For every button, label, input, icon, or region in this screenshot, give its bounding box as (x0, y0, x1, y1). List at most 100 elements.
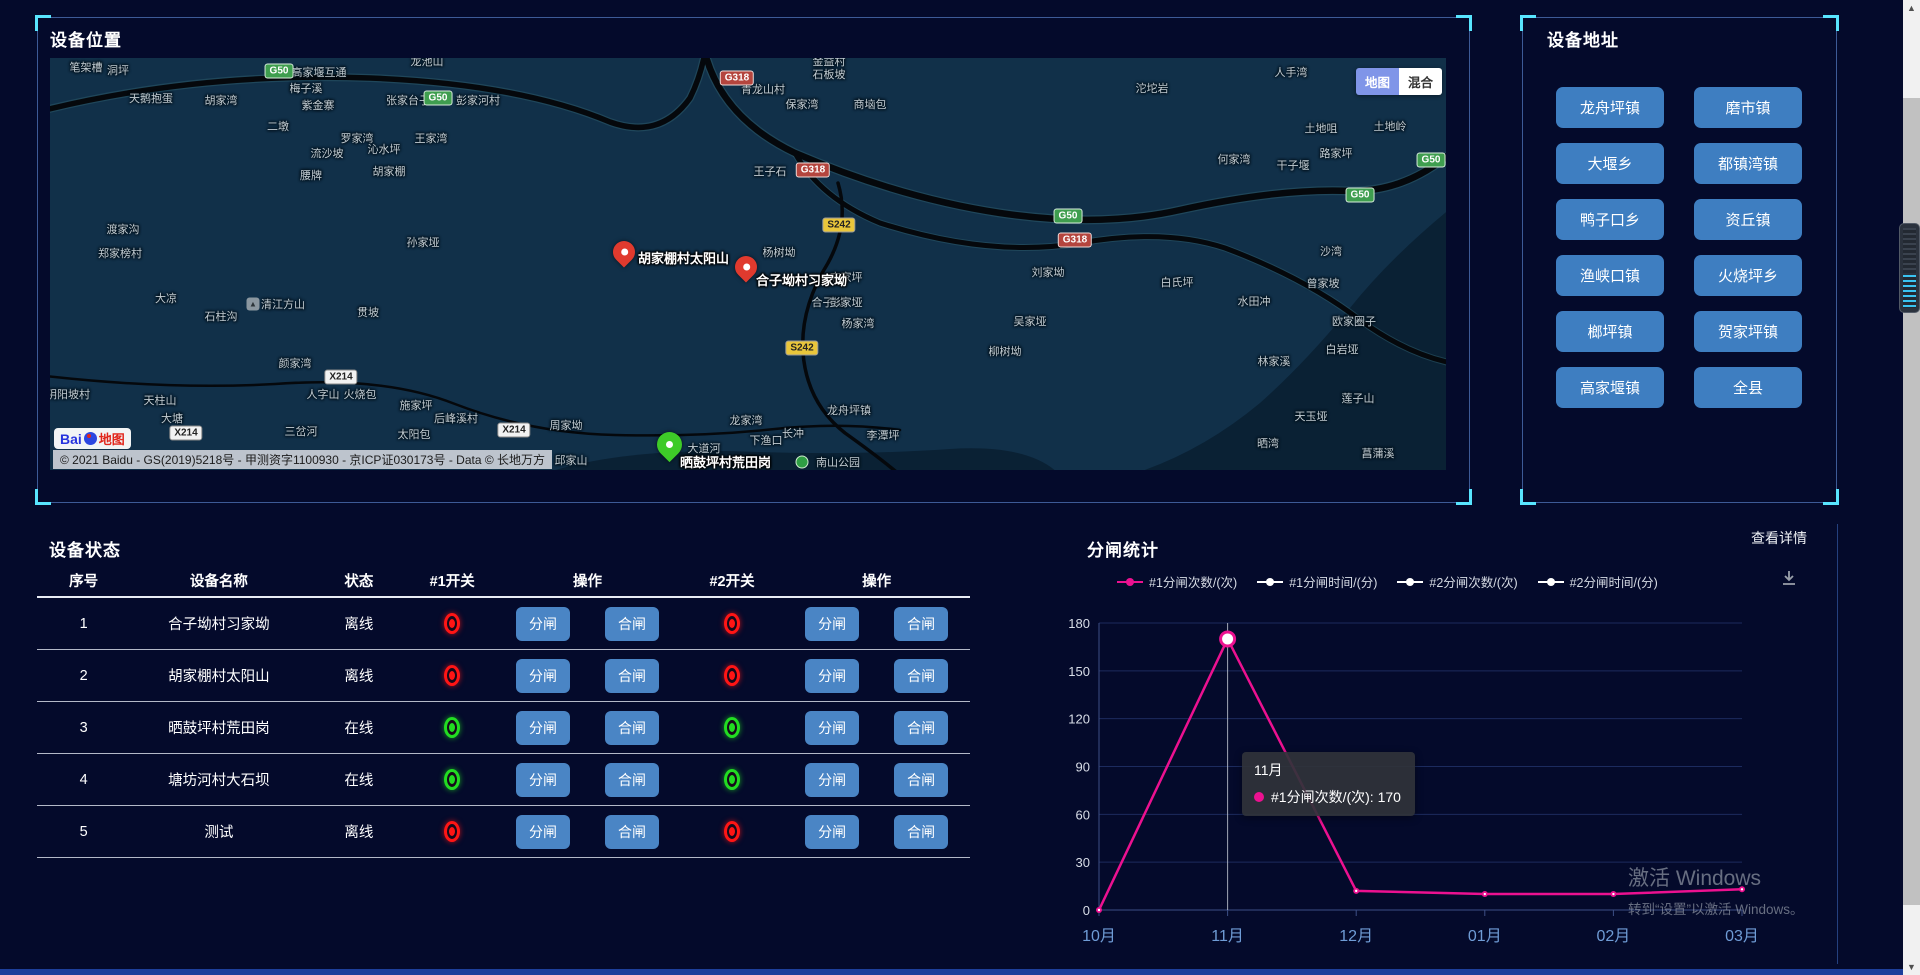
map-place-label: 天玉垭 (1295, 408, 1328, 424)
device-name: 胡家棚村太阳山 (130, 665, 307, 686)
data-point-center (1098, 909, 1100, 911)
map-place-label: 杨家湾 (842, 315, 875, 331)
road-badge-g50: G50 (265, 64, 294, 79)
open-switch-button[interactable]: 分闸 (516, 659, 570, 693)
view-details-link[interactable]: 查看详情 (1751, 528, 1807, 548)
open-switch-button[interactable]: 分闸 (805, 711, 859, 745)
road-badge-g50: G50 (1417, 153, 1446, 168)
close-switch-button[interactable]: 合闸 (894, 607, 948, 641)
open-switch-button[interactable]: 分闸 (516, 711, 570, 745)
close-switch-button[interactable]: 合闸 (605, 607, 659, 641)
close-switch-button[interactable]: 合闸 (605, 763, 659, 797)
status-header-cell: 操作 (494, 570, 681, 591)
open-switch-button[interactable]: 分闸 (516, 607, 570, 641)
open-switch-button[interactable]: 分闸 (805, 815, 859, 849)
page-scrollbar[interactable]: ▲ ▼ (1903, 0, 1920, 975)
map-place-label: 天柱山 (144, 392, 177, 408)
address-button-4[interactable]: 都镇湾镇 (1694, 143, 1802, 184)
open-switch-button[interactable]: 分闸 (805, 763, 859, 797)
device-address-panel: 设备地址 龙舟坪镇磨市镇大堰乡都镇湾镇鸭子口乡资丘镇渔峡口镇火烧坪乡榔坪镇贺家坪… (1522, 17, 1837, 503)
switch1-indicator-cell (410, 613, 494, 634)
legend-marker (1397, 581, 1423, 583)
status-header-cell: 操作 (783, 570, 970, 591)
open-switch-button[interactable]: 分闸 (805, 659, 859, 693)
map-place-label: 沱坨岩 (1136, 80, 1169, 96)
legend-marker (1538, 581, 1564, 583)
device-status: 离线 (308, 613, 411, 634)
close-switch-button[interactable]: 合闸 (605, 815, 659, 849)
map-type-hybrid-button[interactable]: 混合 (1399, 68, 1442, 95)
switch2-operations: 分闸 合闸 (783, 711, 970, 745)
legend-marker (1117, 581, 1143, 583)
y-axis-tick-label: 150 (1068, 664, 1090, 679)
map-place-label: 曾家坡 (1307, 275, 1340, 291)
table-row: 4塘坊河村大石坝在线分闸合闸分闸合闸 (37, 754, 970, 806)
map-place-label: 火烧包 (344, 386, 377, 402)
data-point-center (1612, 893, 1614, 895)
close-switch-button[interactable]: 合闸 (605, 711, 659, 745)
map-place-label: 石柱沟 (205, 308, 238, 324)
chart-tooltip: 11月 #1分闸次数/(次): 170 (1242, 752, 1415, 816)
address-button-7[interactable]: 渔峡口镇 (1556, 255, 1664, 296)
map-attribution: © 2021 Baidu - GS(2019)5218号 - 甲测资字11009… (53, 450, 552, 469)
baidu-map[interactable]: 地图 混合 Bai 地图 © 2021 Baidu - GS(2019)5218… (50, 58, 1446, 470)
x-axis-tick-label: 10月 (1082, 928, 1116, 945)
status-header-cell: 状态 (308, 570, 411, 591)
switch1-operations: 分闸 合闸 (494, 607, 681, 641)
address-button-2[interactable]: 磨市镇 (1694, 87, 1802, 128)
switch-indicator-green (724, 769, 740, 790)
map-marker-label: 晒鼓坪村荒田岗 (680, 452, 771, 470)
map-place-label: 吴家垭 (1014, 313, 1047, 329)
map-place-label: 林家溪 (1258, 353, 1291, 369)
status-header-cell: 序号 (37, 570, 130, 591)
switch1-operations: 分闸 合闸 (494, 711, 681, 745)
close-switch-button[interactable]: 合闸 (894, 763, 948, 797)
map-place-label: 欧家圈子 (1332, 313, 1376, 329)
road-badge-x214: X214 (497, 423, 530, 438)
map-place-label: 菖蒲溪 (1362, 445, 1395, 461)
switch1-indicator-cell (410, 821, 494, 842)
corner-decoration (1520, 489, 1536, 505)
open-switch-button[interactable]: 分闸 (516, 815, 570, 849)
device-status: 离线 (308, 665, 411, 686)
x-axis-tick-label: 01月 (1468, 928, 1502, 945)
address-button-8[interactable]: 火烧坪乡 (1694, 255, 1802, 296)
device-status: 离线 (308, 821, 411, 842)
map-place-label: 石板坡 (813, 66, 846, 82)
address-button-6[interactable]: 资丘镇 (1694, 199, 1802, 240)
switch2-indicator-cell (681, 665, 784, 686)
map-place-label: 渡家沟 (107, 221, 140, 237)
address-button-12[interactable]: 全县 (1694, 367, 1802, 408)
map-type-control: 地图 混合 (1356, 68, 1442, 95)
map-place-label: 柳树坳 (989, 343, 1022, 359)
map-place-label: 下渔口 (750, 432, 783, 448)
close-switch-button[interactable]: 合闸 (894, 659, 948, 693)
map-place-label: 人手湾 (1275, 64, 1308, 80)
close-switch-button[interactable]: 合闸 (894, 815, 948, 849)
address-button-3[interactable]: 大堰乡 (1556, 143, 1664, 184)
address-button-10[interactable]: 贺家坪镇 (1694, 311, 1802, 352)
map-place-label: 梅子溪 (290, 80, 323, 96)
corner-decoration (35, 489, 51, 505)
address-button-11[interactable]: 高家堰镇 (1556, 367, 1664, 408)
address-button-5[interactable]: 鸭子口乡 (1556, 199, 1664, 240)
map-place-label: 彭家河村 (456, 92, 500, 108)
scrollbar-thumb[interactable] (1903, 98, 1920, 905)
map-place-label: 高家堰互通 (292, 64, 347, 80)
address-button-9[interactable]: 榔坪镇 (1556, 311, 1664, 352)
map-place-label: 胡家湾 (205, 92, 238, 108)
x-axis-tick-label: 02月 (1596, 928, 1630, 945)
open-switch-button[interactable]: 分闸 (805, 607, 859, 641)
close-switch-button[interactable]: 合闸 (894, 711, 948, 745)
scrollbar-down-arrow[interactable]: ▼ (1903, 959, 1920, 975)
open-switch-button[interactable]: 分闸 (516, 763, 570, 797)
scrollbar-up-arrow[interactable]: ▲ (1903, 0, 1920, 16)
address-button-1[interactable]: 龙舟坪镇 (1556, 87, 1664, 128)
close-switch-button[interactable]: 合闸 (605, 659, 659, 693)
scroll-minimap-widget[interactable] (1899, 223, 1920, 313)
corner-decoration (1456, 15, 1472, 31)
road-badge-g318: G318 (796, 163, 830, 178)
map-place-label: 天鹅抱蛋 (129, 90, 173, 106)
switch-indicator-green (444, 717, 460, 738)
map-type-map-button[interactable]: 地图 (1356, 68, 1399, 95)
